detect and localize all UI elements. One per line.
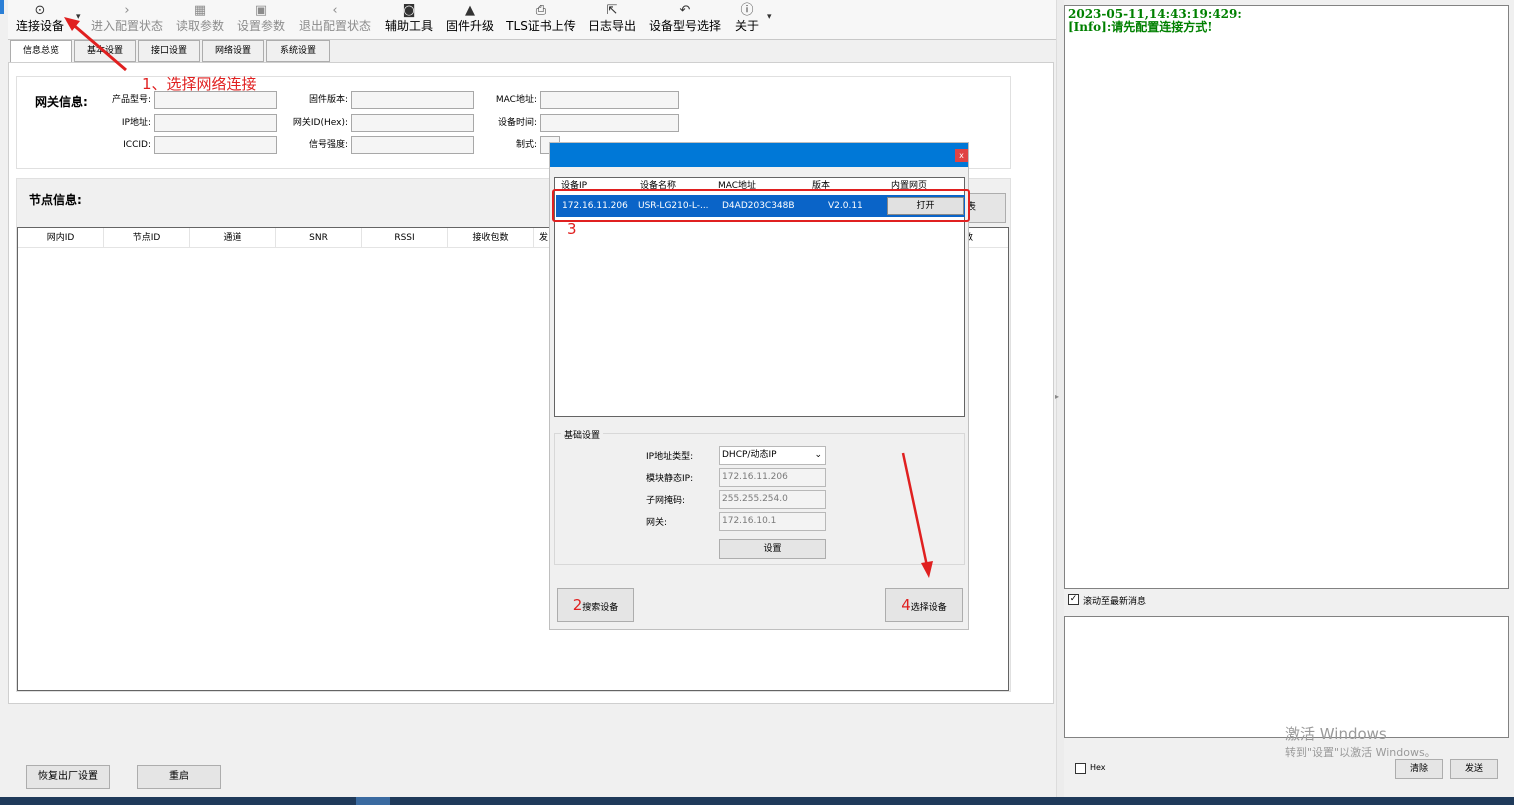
scroll-latest-checkbox[interactable]: ✓: [1068, 594, 1079, 605]
arrow-to-select-device: [901, 452, 929, 567]
send-button[interactable]: 发送: [1450, 759, 1498, 779]
factory-reset-button[interactable]: 恢复出厂设置: [26, 765, 110, 789]
send-input[interactable]: [1064, 616, 1509, 738]
windows-activation-watermark: 激活 Windows 转到"设置"以激活 Windows。: [1285, 725, 1436, 759]
clear-button[interactable]: 清除: [1395, 759, 1443, 779]
taskbar: [0, 797, 1514, 805]
scroll-latest-label: 滚动至最新消息: [1083, 597, 1147, 607]
taskbar-active-app[interactable]: [356, 797, 390, 805]
hex-checkbox[interactable]: [1075, 763, 1086, 774]
arrow-head-select: [921, 561, 933, 578]
log-output[interactable]: 2023-05-11,14:43:19:429: [Info]:请先配置连接方式…: [1064, 5, 1509, 589]
arrow-to-connect-device: [69, 20, 127, 72]
hex-label: Hex: [1090, 763, 1106, 772]
restart-button[interactable]: 重启: [137, 765, 221, 789]
annotation-arrows: [64, 17, 933, 578]
log-line-info: [Info]:请先配置连接方式!: [1068, 20, 1213, 34]
